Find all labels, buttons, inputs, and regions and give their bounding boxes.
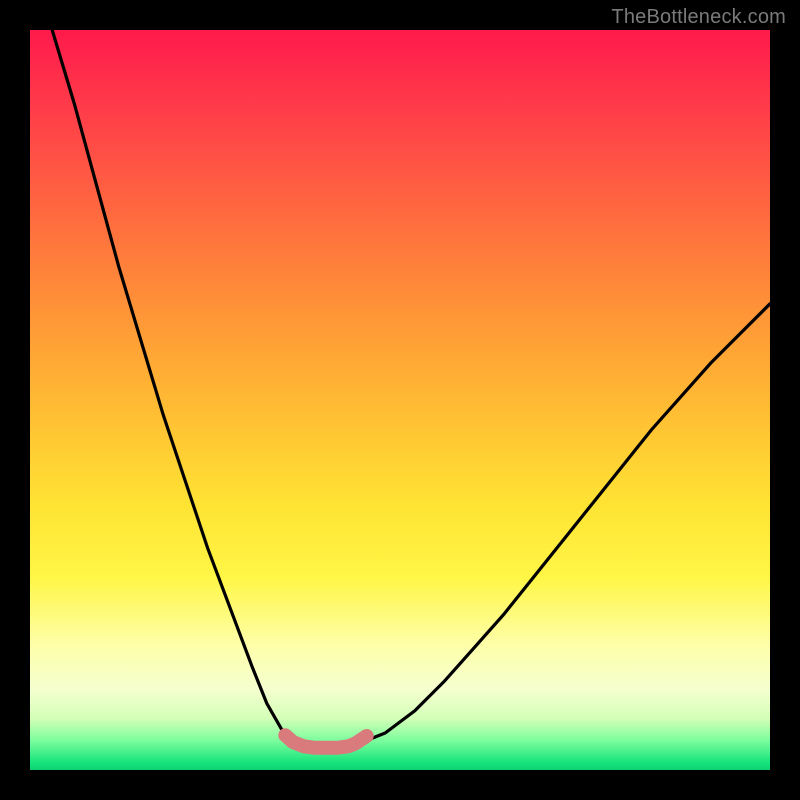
plot-area (30, 30, 770, 770)
chart-stage: TheBottleneck.com (0, 0, 800, 800)
left-curve-path (52, 30, 293, 742)
right-curve-path (363, 304, 770, 742)
valley-marker (279, 729, 291, 741)
valley-marker (357, 733, 369, 745)
watermark-text: TheBottleneck.com (611, 6, 786, 29)
curve-layer (30, 30, 770, 770)
valley-marker (290, 738, 302, 750)
